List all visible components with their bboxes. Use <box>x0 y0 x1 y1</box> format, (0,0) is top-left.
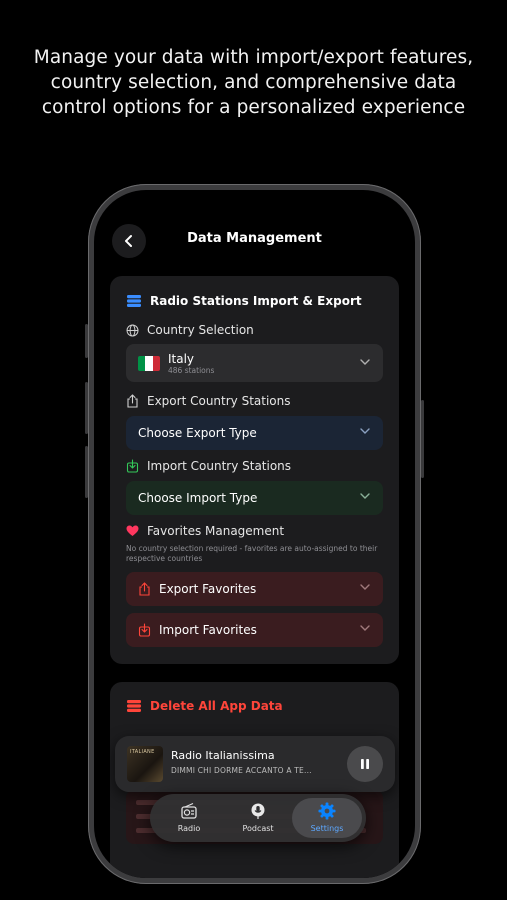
tab-settings-label: Settings <box>310 824 344 833</box>
headline-line-1: Manage your data with import/export feat… <box>33 47 474 68</box>
pause-icon <box>361 759 369 769</box>
share-upload-icon <box>126 394 139 408</box>
country-station-count: 486 stations <box>168 365 215 375</box>
favorites-label-row: Favorites Management <box>126 524 284 538</box>
radio-icon <box>181 802 197 819</box>
favorites-label: Favorites Management <box>147 524 285 538</box>
database-icon <box>126 700 142 712</box>
phone-volume-down <box>85 446 88 498</box>
tab-podcast[interactable]: Podcast <box>223 798 293 838</box>
import-country-label: Import Country Stations <box>147 459 292 473</box>
microphone-icon <box>251 803 265 819</box>
export-country-label-row: Export Country Stations <box>126 394 291 408</box>
country-select[interactable]: Italy 486 stations <box>126 344 383 382</box>
page-title: Data Management <box>187 231 322 246</box>
download-tray-icon <box>126 459 139 473</box>
artwork-text: ITALIANE <box>130 749 155 755</box>
import-type-select[interactable]: Choose Import Type <box>126 481 383 515</box>
headline-line-3: control options for a personalized exper… <box>41 97 466 118</box>
promo-headline: Manage your data with import/export feat… <box>0 45 507 120</box>
heart-icon <box>126 525 139 537</box>
export-favorites-button[interactable]: Export Favorites <box>126 572 383 606</box>
database-icon <box>126 295 142 307</box>
tab-radio[interactable]: Radio <box>154 798 224 838</box>
chevron-down-icon <box>360 359 370 365</box>
italy-flag-icon <box>138 355 160 371</box>
player-station-name: Radio Italianissima <box>171 749 275 762</box>
phone-screen: Data Management Radio Stations Import & … <box>94 190 415 878</box>
import-country-label-row: Import Country Stations <box>126 459 291 473</box>
chevron-down-icon <box>360 428 370 434</box>
globe-icon <box>126 324 139 337</box>
headline-line-2: country selection, and comprehensive dat… <box>50 72 457 93</box>
phone-volume-up <box>85 382 88 434</box>
share-upload-icon <box>139 582 150 596</box>
export-country-label: Export Country Stations <box>147 394 291 408</box>
tab-settings[interactable]: Settings <box>292 798 362 838</box>
import-export-header: Radio Stations Import & Export <box>126 294 362 308</box>
import-favorites-label: Import Favorites <box>159 623 257 637</box>
import-export-title: Radio Stations Import & Export <box>150 294 362 308</box>
export-favorites-label: Export Favorites <box>159 582 257 596</box>
mini-player[interactable]: ITALIANE Radio Italianissima DIMMI CHI D… <box>115 736 395 792</box>
country-selection-label: Country Selection <box>147 323 254 337</box>
chevron-down-icon <box>360 493 370 499</box>
delete-data-title: Delete All App Data <box>150 699 283 713</box>
download-tray-icon <box>138 623 151 637</box>
import-export-card: Radio Stations Import & Export Country S… <box>110 276 399 664</box>
import-favorites-button[interactable]: Import Favorites <box>126 613 383 647</box>
station-artwork: ITALIANE <box>127 746 163 782</box>
country-name: Italy <box>168 351 195 366</box>
favorites-note: No country selection required - favorite… <box>126 544 378 563</box>
gear-icon <box>318 802 336 820</box>
tab-radio-label: Radio <box>177 824 201 833</box>
delete-data-header: Delete All App Data <box>126 699 283 713</box>
player-track-title: DIMMI CHI DORME ACCANTO A TE... <box>171 766 312 775</box>
pause-button[interactable] <box>347 746 383 782</box>
phone-mute-switch <box>85 324 88 358</box>
phone-power-button <box>421 400 424 478</box>
tab-podcast-label: Podcast <box>242 824 274 833</box>
import-type-value: Choose Import Type <box>138 491 258 505</box>
country-selection-label-row: Country Selection <box>126 323 254 337</box>
chevron-down-icon <box>360 625 370 631</box>
tab-bar: Radio Podcast Settings <box>150 794 366 842</box>
export-type-select[interactable]: Choose Export Type <box>126 416 383 450</box>
export-type-value: Choose Export Type <box>138 426 257 440</box>
phone-frame: Data Management Radio Stations Import & … <box>85 184 424 884</box>
chevron-down-icon <box>360 584 370 590</box>
